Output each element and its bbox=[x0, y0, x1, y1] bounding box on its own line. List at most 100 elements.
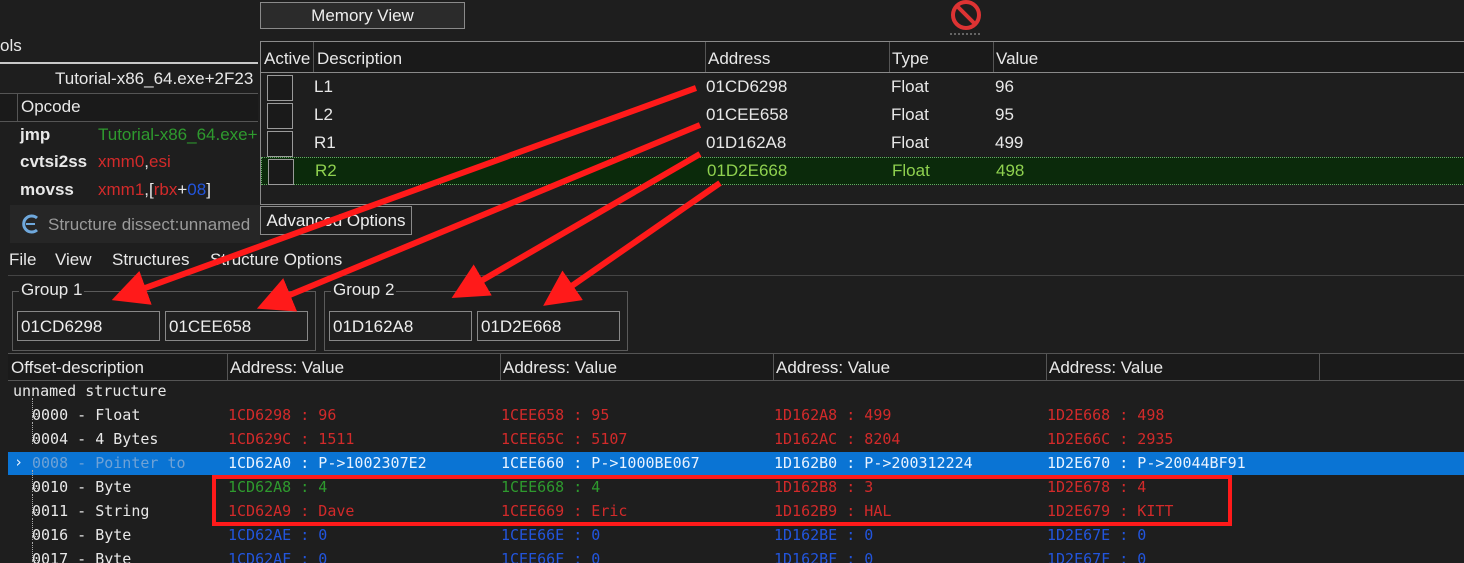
opcode-header-bar: Opcode bbox=[0, 93, 258, 122]
group-1-address-1[interactable]: 01CD6298 bbox=[17, 311, 160, 341]
struct-value: 1CD62A0 : P->1002307E2 bbox=[228, 454, 427, 472]
offset-description: 0010 - Byte bbox=[32, 478, 132, 496]
struct-value: 1D2E679 : KITT bbox=[1047, 502, 1174, 520]
table-row[interactable]: L1 01CD6298 Float 96 bbox=[261, 73, 1464, 101]
struct-value: 1CD62A8 : 4 bbox=[228, 478, 328, 496]
table-row-selected[interactable]: R2 01D2E668 Float 498 bbox=[261, 157, 1464, 185]
row-value: 96 bbox=[995, 77, 1014, 96]
menu-view[interactable]: View bbox=[55, 250, 92, 270]
memory-view-button[interactable]: Memory View bbox=[260, 2, 465, 29]
root-node[interactable]: unnamed structure bbox=[13, 382, 167, 400]
row-type: Float bbox=[891, 133, 929, 152]
active-checkbox[interactable] bbox=[267, 131, 293, 157]
row-description: L2 bbox=[314, 105, 333, 124]
struct-value: 1CD62AF : 0 bbox=[228, 550, 328, 563]
offset-description: 0008 - Pointer to bbox=[32, 454, 186, 472]
row-address: 01CD6298 bbox=[706, 77, 788, 96]
opcode-header[interactable]: Opcode bbox=[21, 97, 81, 117]
column-value[interactable]: Value bbox=[996, 49, 1038, 69]
opcode-mnemonic: jmp bbox=[20, 125, 51, 144]
menu-structures[interactable]: Structures bbox=[112, 250, 189, 270]
list-item-selected[interactable]: › 0008 - Pointer to 1CD62A0 : P->1002307… bbox=[8, 452, 1464, 475]
struct-value: 1CEE65C : 5107 bbox=[501, 430, 628, 448]
row-value: 498 bbox=[996, 161, 1025, 180]
struct-value: 1D162AC : 8204 bbox=[774, 430, 901, 448]
column-address-value-2[interactable]: Address: Value bbox=[503, 358, 617, 378]
column-address-value-4[interactable]: Address: Value bbox=[1049, 358, 1163, 378]
struct-value: 1D162B0 : P->200312224 bbox=[774, 454, 973, 472]
opcode-operand: Tutorial-x86_64.exe+ bbox=[98, 125, 258, 144]
list-item[interactable]: 0004 - 4 Bytes 1CD629C : 1511 1CEE65C : … bbox=[8, 422, 1464, 452]
address-bar[interactable]: Tutorial-x86_64.exe+2F23 bbox=[55, 69, 253, 89]
row-description: R1 bbox=[314, 133, 336, 152]
group-2-label: Group 2 bbox=[331, 280, 397, 300]
advanced-options-button[interactable]: Advanced Options bbox=[260, 206, 412, 235]
active-checkbox[interactable] bbox=[268, 159, 294, 185]
struct-value: 1CEE668 : 4 bbox=[501, 478, 601, 496]
struct-value: 1D2E670 : P->20044BF91 bbox=[1047, 454, 1246, 472]
opcode-operand: xmm0,esi bbox=[98, 152, 171, 171]
struct-value: 1D2E668 : 498 bbox=[1047, 406, 1165, 424]
row-type: Float bbox=[891, 77, 929, 96]
clear-list-icon[interactable] bbox=[948, 0, 984, 36]
menu-structure-options[interactable]: Structure Options bbox=[210, 250, 342, 270]
list-item[interactable]: 0017 - Byte 1CD62AF : 0 1CEE66F : 0 1D16… bbox=[8, 542, 1464, 563]
menu-file[interactable]: File bbox=[9, 250, 36, 270]
column-description[interactable]: Description bbox=[317, 49, 402, 69]
offset-description: 0016 - Byte bbox=[32, 526, 132, 544]
active-checkbox[interactable] bbox=[267, 103, 293, 129]
struct-value: 1D2E67F : 0 bbox=[1047, 550, 1147, 563]
list-item[interactable]: 0011 - String 1CD62A9 : Dave 1CEE669 : E… bbox=[8, 494, 1464, 524]
list-item[interactable]: 0000 - Float 1CD6298 : 96 1CEE658 : 95 1… bbox=[8, 398, 1464, 428]
struct-value: 1D162BE : 0 bbox=[774, 526, 874, 544]
struct-value: 1CD629C : 1511 bbox=[228, 430, 355, 448]
struct-value: 1D162A8 : 499 bbox=[774, 406, 892, 424]
group-2-address-1[interactable]: 01D162A8 bbox=[329, 311, 472, 341]
struct-value: 1D162BF : 0 bbox=[774, 550, 874, 563]
column-address-value-3[interactable]: Address: Value bbox=[776, 358, 890, 378]
column-active[interactable]: Active bbox=[264, 49, 310, 69]
column-offset[interactable]: Offset-description bbox=[11, 358, 144, 378]
advanced-options-label: Advanced Options bbox=[266, 211, 406, 230]
opcode-mnemonic: movss bbox=[20, 180, 74, 199]
column-type[interactable]: Type bbox=[892, 49, 929, 69]
memory-view-label: Memory View bbox=[311, 6, 414, 25]
structure-tree: unnamed structure 0000 - Float 1CD6298 :… bbox=[8, 380, 1464, 563]
struct-value: 1CD62A9 : Dave bbox=[228, 502, 355, 520]
column-address-value-1[interactable]: Address: Value bbox=[230, 358, 344, 378]
struct-value: 1CD62AE : 0 bbox=[228, 526, 328, 544]
table-row[interactable]: R1 01D162A8 Float 499 bbox=[261, 129, 1464, 157]
row-type: Float bbox=[892, 161, 930, 180]
struct-value: 1CD6298 : 96 bbox=[228, 406, 337, 424]
row-address: 01D162A8 bbox=[706, 133, 787, 152]
column-address[interactable]: Address bbox=[708, 49, 770, 69]
struct-value: 1D162B9 : HAL bbox=[774, 502, 892, 520]
menu-bar: File View Structures Structure Options bbox=[0, 246, 1464, 274]
window-title: Structure dissect:unnamed bbox=[48, 215, 251, 234]
struct-value: 1D2E67E : 0 bbox=[1047, 526, 1147, 544]
struct-value: 1CEE66F : 0 bbox=[501, 550, 601, 563]
offset-description: 0004 - 4 Bytes bbox=[32, 430, 159, 448]
group-2-address-2[interactable]: 01D2E668 bbox=[477, 311, 620, 341]
list-item[interactable]: 0010 - Byte 1CD62A8 : 4 1CEE668 : 4 1D16… bbox=[8, 470, 1464, 500]
row-description: L1 bbox=[314, 77, 333, 96]
group-1-address-2[interactable]: 01CEE658 bbox=[165, 311, 308, 341]
structure-header: Offset-description Address: Value Addres… bbox=[8, 353, 1464, 381]
struct-value: 1CEE660 : P->1000BE067 bbox=[501, 454, 700, 472]
struct-value: 1CEE658 : 95 bbox=[501, 406, 610, 424]
struct-value: 1CEE669 : Eric bbox=[501, 502, 628, 520]
row-value: 95 bbox=[995, 105, 1014, 124]
list-item[interactable]: 0016 - Byte 1CD62AE : 0 1CEE66E : 0 1D16… bbox=[8, 518, 1464, 548]
tools-menu-label[interactable]: ols bbox=[0, 36, 22, 56]
opcode-mnemonic: cvtsi2ss bbox=[20, 152, 88, 171]
opcode-operand: xmm1,[rbx+08] bbox=[98, 180, 211, 199]
row-description: R2 bbox=[315, 161, 337, 180]
active-checkbox[interactable] bbox=[267, 75, 293, 101]
offset-description: 0017 - Byte bbox=[32, 550, 132, 563]
table-row[interactable]: L2 01CEE658 Float 95 bbox=[261, 101, 1464, 129]
left-panel: ols Tutorial-x86_64.exe+2F23 Opcode jmp … bbox=[0, 0, 258, 205]
structure-dissect-titlebar: Structure dissect:unnamed bbox=[10, 205, 260, 243]
row-type: Float bbox=[891, 105, 929, 124]
struct-value: 1D162B8 : 3 bbox=[774, 478, 874, 496]
expand-chevron-icon[interactable]: › bbox=[14, 453, 23, 471]
